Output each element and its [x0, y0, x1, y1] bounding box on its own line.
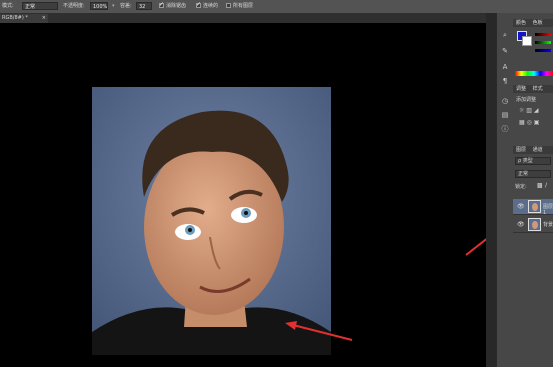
layer-row-2[interactable]: 👁 背景 — [513, 217, 553, 233]
properties-icon[interactable]: ▤ — [500, 111, 510, 120]
right-panels: 颜色 色板 调整 样式 添加调整 ☼ ▥ ◢ ▦ ◎ ▣ 图层 通道 ρ 类型 … — [513, 13, 553, 367]
annotation-arrows — [285, 204, 531, 341]
eye-icon[interactable]: 👁 — [517, 221, 525, 228]
tab-styles[interactable]: 样式 — [533, 86, 543, 92]
tab-channels[interactable]: 通道 — [533, 147, 543, 153]
add-adjustment-label: 添加调整 — [516, 97, 537, 103]
lock-icon[interactable]: ▩ — [537, 182, 543, 189]
panel-gutter — [486, 13, 496, 367]
paragraph-icon[interactable]: ¶ — [500, 77, 510, 86]
tab-adjustments[interactable]: 调整 — [516, 86, 526, 92]
paint-icon[interactable]: ✎ — [500, 47, 510, 56]
link-icon[interactable]: ∕ — [545, 182, 547, 189]
eye-icon[interactable]: 👁 — [517, 203, 525, 210]
layer-name: 图层 1 — [543, 204, 553, 216]
color-slider-g[interactable] — [535, 41, 551, 44]
tab-color[interactable]: 颜色 — [516, 20, 526, 26]
color-slider-b[interactable] — [535, 49, 551, 52]
blend-mode-select[interactable]: 正常 — [515, 170, 551, 178]
layer-thumbnail — [528, 200, 541, 213]
background-color-swatch[interactable] — [522, 36, 532, 46]
history-icon[interactable]: ◷ — [500, 97, 510, 106]
tab-swatches[interactable]: 色板 — [533, 20, 543, 26]
color-panel-tabs: 颜色 色板 — [513, 19, 553, 27]
panel-icon-column: ⌕ ✎ A ¶ ◷ ▤ ⓘ — [496, 13, 513, 367]
eyedropper-icon[interactable]: ⌕ — [500, 31, 510, 40]
adjust-panel-tabs: 调整 样式 — [513, 85, 553, 93]
color-slider-r[interactable] — [535, 33, 551, 36]
layer-row-1[interactable]: 👁 图层 1 — [513, 199, 553, 216]
text-icon[interactable]: A — [500, 63, 510, 72]
adjustment-icons-row2[interactable]: ▦ ◎ ▣ — [519, 119, 539, 126]
adjustment-icons[interactable]: ☼ ▥ ◢ — [519, 107, 538, 114]
layers-panel-tabs: 图层 通道 — [513, 146, 553, 154]
layer-filter-select[interactable]: ρ 类型 — [515, 157, 551, 165]
layer-name: 背景 — [543, 222, 553, 228]
tab-layers[interactable]: 图层 — [516, 147, 526, 153]
color-spectrum-bar[interactable] — [515, 71, 553, 76]
info-icon[interactable]: ⓘ — [500, 125, 510, 134]
layer-thumbnail — [528, 218, 541, 231]
arrow-head-icon — [285, 321, 297, 330]
lock-label: 锁定: — [515, 184, 527, 190]
